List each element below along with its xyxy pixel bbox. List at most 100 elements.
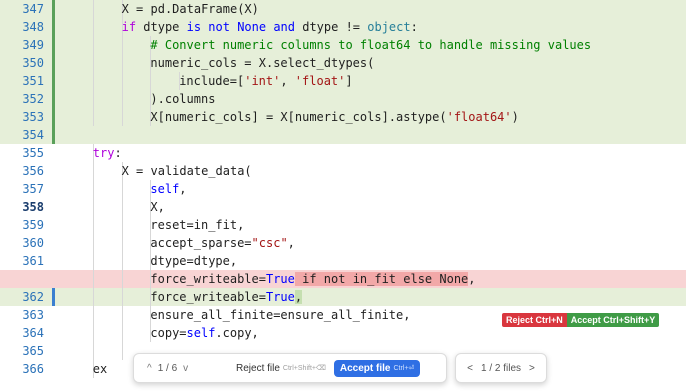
indent-guide bbox=[150, 72, 152, 90]
added-code-line[interactable]: 350 numeric_cols = X.select_dtypes( bbox=[0, 54, 686, 72]
code-line[interactable]: 361 dtype=dtype, bbox=[0, 252, 686, 270]
indent-guide bbox=[121, 216, 123, 234]
indent-guide bbox=[92, 0, 94, 18]
indent-guide bbox=[92, 342, 94, 360]
diff-gutter-marker bbox=[52, 36, 55, 54]
diff-gutter-marker bbox=[52, 18, 55, 36]
diff-gutter-marker bbox=[52, 90, 55, 108]
added-code-line[interactable]: 347 X = pd.DataFrame(X) bbox=[0, 0, 686, 18]
indent-guide bbox=[92, 252, 94, 270]
code-text: ensure_all_finite=ensure_all_finite, bbox=[150, 306, 410, 324]
added-code-line[interactable]: 352 ).columns bbox=[0, 90, 686, 108]
added-code-line[interactable]: 348 if dtype is not None and dtype != obj… bbox=[0, 18, 686, 36]
accept-file-button[interactable]: Accept file Ctrl+⏎ bbox=[333, 359, 421, 377]
code-text: X = validate_data( bbox=[122, 162, 252, 180]
indent-guide bbox=[92, 216, 94, 234]
code-line[interactable]: 360 accept_sparse="csc", bbox=[0, 234, 686, 252]
added-code-line[interactable]: 349 # Convert numeric columns to float64 … bbox=[0, 36, 686, 54]
line-number: 359 bbox=[22, 218, 44, 232]
code-line[interactable]: 358 X, bbox=[0, 198, 686, 216]
code-token: ) bbox=[511, 110, 519, 124]
line-number: 360 bbox=[22, 236, 44, 250]
indent-guide bbox=[121, 54, 123, 72]
code-token: self bbox=[186, 326, 216, 340]
code-token: if bbox=[121, 20, 137, 34]
line-number: 350 bbox=[22, 56, 44, 70]
accept-file-label: Accept file bbox=[339, 362, 391, 374]
diff-gutter-marker bbox=[52, 72, 55, 90]
line-number: 349 bbox=[22, 38, 44, 52]
code-line[interactable]: 356 X = validate_data( bbox=[0, 162, 686, 180]
code-text: force_writeable=True if not in_fit else … bbox=[150, 270, 476, 288]
previous-file-icon[interactable]: < bbox=[467, 363, 473, 374]
previous-change-icon[interactable]: ^ bbox=[147, 363, 152, 374]
indent-guide bbox=[121, 252, 123, 270]
added-code-line[interactable]: 362 force_writeable=True, bbox=[0, 288, 686, 306]
indent-guide bbox=[121, 198, 123, 216]
accept-file-shortcut: Ctrl+⏎ bbox=[393, 365, 415, 372]
code-token: dtype bbox=[136, 20, 187, 34]
code-token: X, bbox=[150, 200, 165, 214]
line-number: 365 bbox=[22, 344, 44, 358]
indent-guide bbox=[121, 288, 123, 306]
indent-guide bbox=[121, 108, 123, 126]
inline-diff-actions: Reject Ctrl+N Accept Ctrl+Shift+Y bbox=[502, 313, 660, 327]
code-token: accept_sparse= bbox=[150, 236, 252, 250]
code-token: "csc" bbox=[251, 236, 288, 250]
deleted-code-line[interactable]: force_writeable=True if not in_fit else … bbox=[0, 270, 686, 288]
next-file-icon[interactable]: > bbox=[529, 363, 535, 374]
added-code-line[interactable]: 353 X[numeric_cols] = X[numeric_cols].ast… bbox=[0, 108, 686, 126]
code-text: reset=in_fit, bbox=[150, 216, 244, 234]
code-text: X, bbox=[150, 198, 164, 216]
line-number: 355 bbox=[22, 146, 44, 160]
indent-guide bbox=[121, 180, 123, 198]
code-token: , bbox=[179, 182, 187, 196]
code-text: copy=self.copy, bbox=[150, 324, 258, 342]
code-token: X = pd.DataFrame(X) bbox=[121, 2, 259, 16]
indent-guide bbox=[92, 108, 94, 126]
added-code-line[interactable]: 354 bbox=[0, 126, 686, 144]
code-token: ).columns bbox=[150, 92, 216, 106]
code-token: if not in_fit else None bbox=[294, 272, 469, 286]
code-line[interactable]: 359 reset=in_fit, bbox=[0, 216, 686, 234]
indent-guide bbox=[92, 162, 94, 180]
code-token: , bbox=[468, 272, 476, 286]
code-token: ensure_all_finite=ensure_all_finite, bbox=[150, 308, 411, 322]
indent-guide bbox=[92, 306, 94, 324]
code-token: 'float64' bbox=[446, 110, 512, 124]
indent-guide bbox=[121, 306, 123, 324]
indent-guide bbox=[121, 90, 123, 108]
code-editor[interactable]: 347 X = pd.DataFrame(X) 348 if dtype is not… bbox=[0, 0, 686, 391]
code-line[interactable]: 355 try: bbox=[0, 144, 686, 162]
accept-change-button[interactable]: Accept Ctrl+Shift+Y bbox=[566, 313, 660, 327]
line-number: 362 bbox=[22, 290, 44, 304]
indent-guide bbox=[92, 54, 94, 72]
change-counter: 1 / 6 bbox=[157, 362, 178, 374]
line-number: 351 bbox=[22, 74, 44, 88]
code-token: , bbox=[294, 290, 303, 304]
code-text: force_writeable=True, bbox=[150, 288, 303, 306]
code-token: : bbox=[410, 20, 418, 34]
indent-guide bbox=[92, 180, 94, 198]
added-code-line[interactable]: 351 include=['int', 'float'] bbox=[0, 72, 686, 90]
reject-change-button[interactable]: Reject Ctrl+N bbox=[502, 313, 567, 327]
line-number: 354 bbox=[22, 128, 44, 142]
indent-guide bbox=[92, 18, 94, 36]
next-change-icon[interactable]: v bbox=[183, 363, 188, 374]
line-number: 348 bbox=[22, 20, 44, 34]
indent-guide bbox=[121, 342, 123, 360]
code-text: X = pd.DataFrame(X) bbox=[122, 0, 259, 18]
line-number: 353 bbox=[22, 110, 44, 124]
change-navigator: ^ 1 / 6 v bbox=[134, 363, 226, 374]
code-token: X = validate_data( bbox=[121, 164, 252, 178]
code-line[interactable]: 357 self, bbox=[0, 180, 686, 198]
code-text: ex bbox=[93, 360, 107, 378]
code-text: accept_sparse="csc", bbox=[150, 234, 295, 252]
line-number: 358 bbox=[22, 200, 44, 214]
indent-guide bbox=[92, 90, 94, 108]
indent-guide bbox=[92, 72, 94, 90]
reject-file-button[interactable]: Reject file Ctrl+Shift+⌫ bbox=[236, 363, 326, 374]
code-token: dtype != bbox=[295, 20, 368, 34]
code-token: .copy, bbox=[215, 326, 259, 340]
line-number: 352 bbox=[22, 92, 44, 106]
